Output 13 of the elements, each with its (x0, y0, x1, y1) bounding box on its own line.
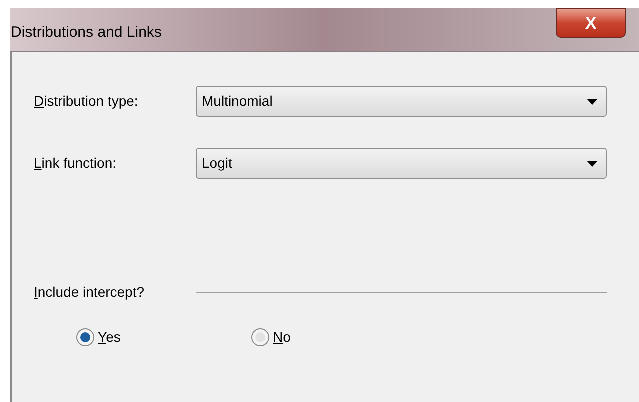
caret-icon (587, 160, 598, 166)
caret-icon (587, 98, 598, 104)
radio-button[interactable] (76, 328, 95, 347)
field-label: Link function: (34, 154, 118, 173)
radio-button[interactable] (251, 328, 270, 347)
dropdown[interactable]: Logit (196, 148, 607, 179)
window-title: Distributions and Links (11, 23, 162, 43)
section-label: Include intercept? (34, 283, 146, 302)
radio-option[interactable]: Yes (76, 327, 251, 348)
close-button[interactable]: X (556, 8, 626, 38)
field-label: Distribution type: (34, 92, 140, 111)
radio-option[interactable]: No (251, 327, 426, 348)
dropdown[interactable]: Multinomial (196, 86, 607, 117)
